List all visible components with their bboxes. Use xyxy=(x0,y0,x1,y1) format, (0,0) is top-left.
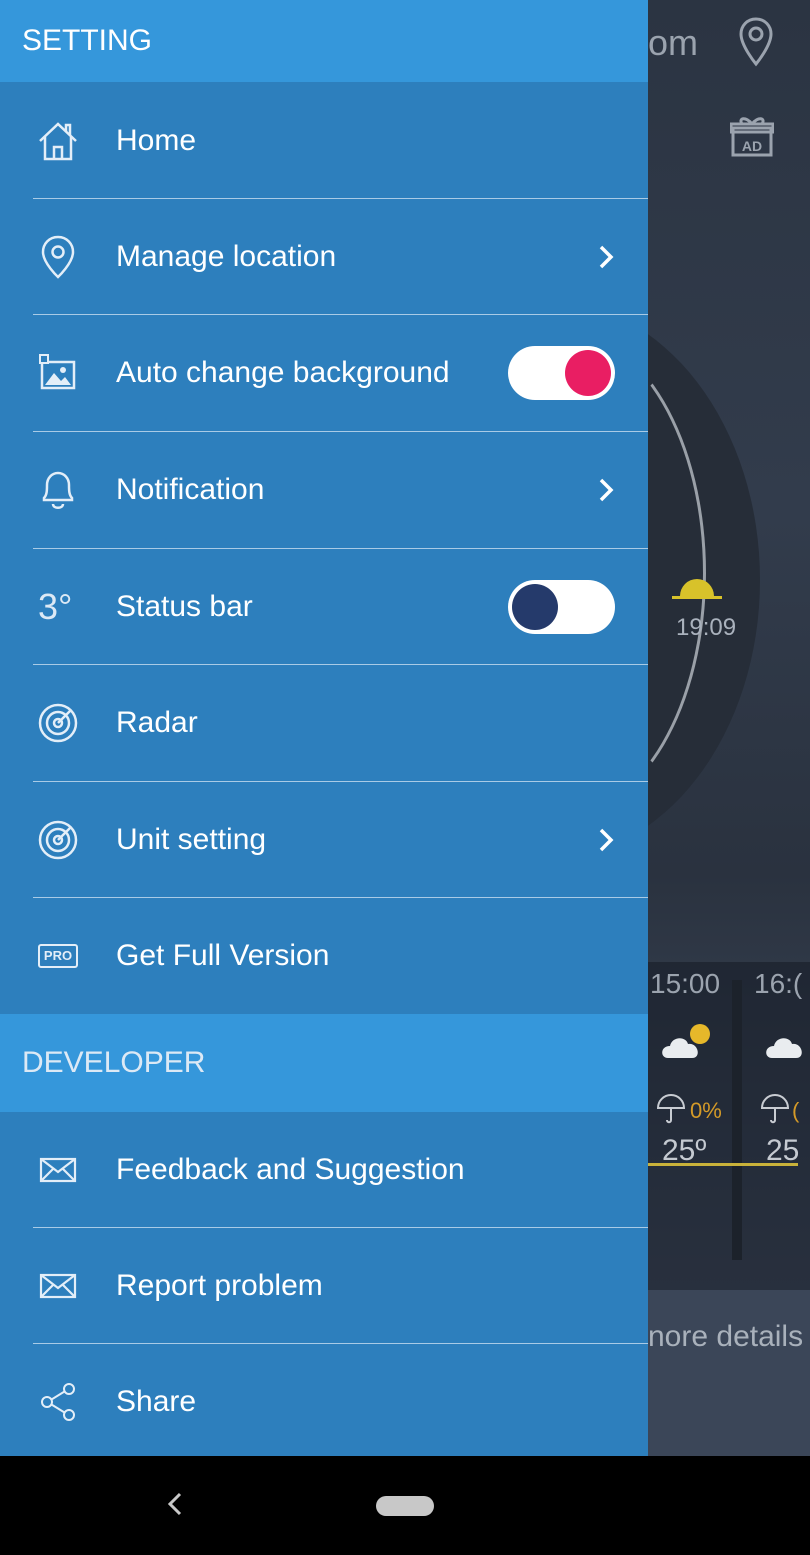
back-icon[interactable] xyxy=(160,1484,190,1524)
menu-item-home[interactable]: Home xyxy=(0,83,648,199)
pro-badge-text: PRO xyxy=(37,944,79,968)
location-pin-icon xyxy=(34,233,82,281)
menu-item-label: Feedback and Suggestion xyxy=(116,1153,465,1186)
street-lamp-decor xyxy=(732,980,742,1260)
umbrella-icon xyxy=(760,1094,790,1124)
radar-icon xyxy=(34,816,82,864)
toggle-knob xyxy=(512,584,558,630)
system-navigation-bar xyxy=(0,1456,810,1555)
menu-item-label: Notification xyxy=(116,473,265,506)
app-title-fragment: om xyxy=(648,22,699,63)
bell-icon xyxy=(34,466,82,514)
menu-item-label: Unit setting xyxy=(116,823,267,856)
umbrella-icon xyxy=(656,1094,686,1124)
chevron-right-icon xyxy=(599,478,614,502)
menu-item-label: Auto change background xyxy=(116,356,450,389)
sunset-icon xyxy=(672,579,722,599)
temperature-icon-text: 3° xyxy=(38,586,73,627)
settings-drawer: SETTING Home Manage location Auto change… xyxy=(0,0,648,1456)
precip-value: 0% xyxy=(690,1098,722,1123)
precip-value: ( xyxy=(792,1098,800,1123)
menu-item-get-full-version[interactable]: PRO Get Full Version xyxy=(0,898,648,1014)
mail-icon xyxy=(34,1146,82,1194)
mail-icon xyxy=(34,1262,82,1310)
menu-item-label: Status bar xyxy=(116,590,253,623)
menu-item-manage-location[interactable]: Manage location xyxy=(0,199,648,315)
home-pill-button[interactable] xyxy=(376,1496,434,1516)
menu-item-label: Radar xyxy=(116,706,198,739)
menu-item-radar[interactable]: Radar xyxy=(0,665,648,781)
status-bar-toggle[interactable] xyxy=(508,580,615,634)
hour-label: 15:00 xyxy=(650,968,721,999)
temp-graph-line xyxy=(648,1163,798,1166)
hour-label: 16:( xyxy=(754,968,803,999)
share-icon xyxy=(34,1378,82,1426)
home-icon xyxy=(34,117,82,165)
menu-item-auto-change-background[interactable]: Auto change background xyxy=(0,315,648,431)
toggle-knob xyxy=(565,350,611,396)
developer-section-header: DEVELOPER xyxy=(0,1014,648,1112)
pro-badge-icon: PRO xyxy=(34,932,82,980)
menu-item-label: Home xyxy=(116,124,197,157)
auto-background-toggle[interactable] xyxy=(508,346,615,400)
chevron-right-icon xyxy=(599,245,614,269)
menu-item-label: Manage location xyxy=(116,240,337,273)
partly-cloudy-icon xyxy=(662,1024,710,1058)
menu-item-unit-setting[interactable]: Unit setting xyxy=(0,782,648,898)
radar-icon xyxy=(34,699,82,747)
hourly-forecast-panel xyxy=(640,962,810,1292)
menu-item-status-bar[interactable]: 3° Status bar xyxy=(0,549,648,665)
location-pin-icon[interactable] xyxy=(738,16,774,68)
water-decor xyxy=(640,1290,810,1456)
menu-item-label: Share xyxy=(116,1385,197,1418)
image-icon xyxy=(34,349,82,397)
setting-section-header: SETTING xyxy=(0,0,648,82)
sunset-time: 19:09 xyxy=(676,614,737,641)
menu-item-label: Report problem xyxy=(116,1269,323,1302)
menu-item-report-problem[interactable]: Report problem xyxy=(0,1228,648,1344)
partly-cloudy-icon xyxy=(766,1038,802,1058)
temperature-icon: 3° xyxy=(34,583,86,631)
more-details-link[interactable]: nore details xyxy=(648,1320,803,1354)
svg-text:AD: AD xyxy=(742,138,762,154)
menu-item-share[interactable]: Share xyxy=(0,1344,648,1456)
menu-item-feedback[interactable]: Feedback and Suggestion xyxy=(0,1112,648,1228)
gift-ad-icon[interactable]: AD xyxy=(730,114,774,158)
chevron-right-icon xyxy=(599,828,614,852)
menu-item-label: Get Full Version xyxy=(116,939,330,972)
menu-item-notification[interactable]: Notification xyxy=(0,432,648,548)
